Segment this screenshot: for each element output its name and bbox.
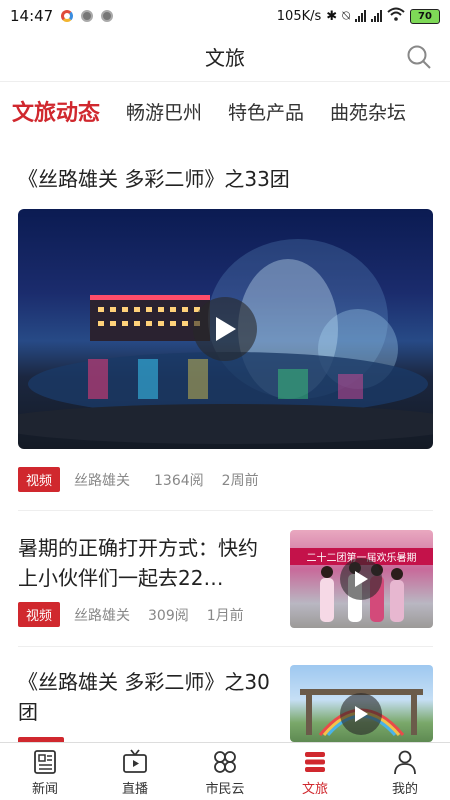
tab-specialty-products[interactable]: 特色产品	[228, 98, 304, 125]
divider	[18, 646, 433, 647]
nav-label: 我的	[391, 782, 418, 797]
post-time: 1月前	[206, 607, 244, 624]
notification-dot-icon	[81, 10, 94, 22]
nav-label: 新闻	[31, 782, 58, 797]
signal-icon	[355, 10, 366, 22]
article-title[interactable]: 暑期的正确打开方式：快约上小伙伴们一起去22…	[18, 533, 273, 593]
search-icon[interactable]	[406, 44, 432, 70]
nav-live[interactable]: 直播	[90, 743, 180, 800]
article-thumbnail[interactable]: 二十二团第一届欢乐暑期	[290, 530, 433, 628]
article-title[interactable]: 《丝路雄关 多彩二师》之30团	[18, 667, 273, 727]
nav-label: 市民云	[205, 782, 245, 797]
battery-icon: 70	[410, 8, 440, 24]
tab-tour-bazhou[interactable]: 畅游巴州	[126, 98, 202, 125]
divider	[18, 510, 433, 511]
category-tabs: 文旅动态 畅游巴州 特色产品 曲苑杂坛	[0, 88, 450, 134]
notification-dot-icon	[101, 10, 114, 22]
network-speed: 105K/s	[276, 8, 322, 24]
news-icon	[34, 750, 56, 774]
play-button[interactable]	[340, 693, 382, 735]
video-badge: 视频	[18, 467, 61, 492]
status-bar: 14:47 105K/s ✱ ⍉ 70	[0, 0, 450, 32]
app-header: 文旅	[0, 32, 450, 82]
article-meta: 视频 丝路雄关 309阅 1月前	[18, 602, 244, 627]
featured-title[interactable]: 《丝路雄关 多彩二师》之33团	[18, 163, 290, 192]
view-count: 309阅	[148, 607, 189, 624]
article-thumbnail[interactable]	[290, 665, 433, 742]
mute-icon: ⍉	[342, 8, 350, 24]
culture-tourism-icon	[305, 752, 325, 772]
nav-label: 文旅	[301, 782, 328, 797]
wifi-icon	[387, 7, 405, 25]
signal-icon	[371, 10, 382, 22]
play-button[interactable]	[193, 297, 257, 361]
clover-icon	[214, 751, 236, 773]
play-button[interactable]	[340, 558, 382, 600]
tabs-fade	[420, 88, 450, 134]
view-count: 1364阅	[154, 472, 204, 489]
source-label: 丝路雄关	[74, 472, 131, 489]
app-notification-icon	[61, 10, 74, 22]
video-badge: 视频	[18, 602, 61, 627]
status-time: 14:47	[10, 7, 54, 25]
post-time: 2周前	[221, 472, 259, 489]
bluetooth-icon: ✱	[326, 8, 338, 24]
nav-news[interactable]: 新闻	[0, 743, 90, 800]
user-icon	[394, 750, 416, 775]
source-label: 丝路雄关	[74, 607, 131, 624]
tab-culture-news[interactable]: 文旅动态	[12, 95, 100, 127]
tab-folk-arts[interactable]: 曲苑杂坛	[330, 98, 406, 125]
nav-label: 直播	[121, 782, 148, 797]
featured-meta: 视频 丝路雄关 1364阅 2周前	[18, 467, 259, 492]
tv-icon	[123, 749, 147, 773]
nav-profile[interactable]: 我的	[360, 743, 450, 800]
nav-citizen-cloud[interactable]: 市民云	[180, 743, 270, 800]
bottom-navigation: 新闻 直播 市民云 文旅 我的	[0, 742, 450, 800]
nav-culture-tourism[interactable]: 文旅	[270, 743, 360, 800]
featured-video-thumbnail[interactable]	[18, 209, 433, 449]
page-title: 文旅	[205, 46, 245, 70]
